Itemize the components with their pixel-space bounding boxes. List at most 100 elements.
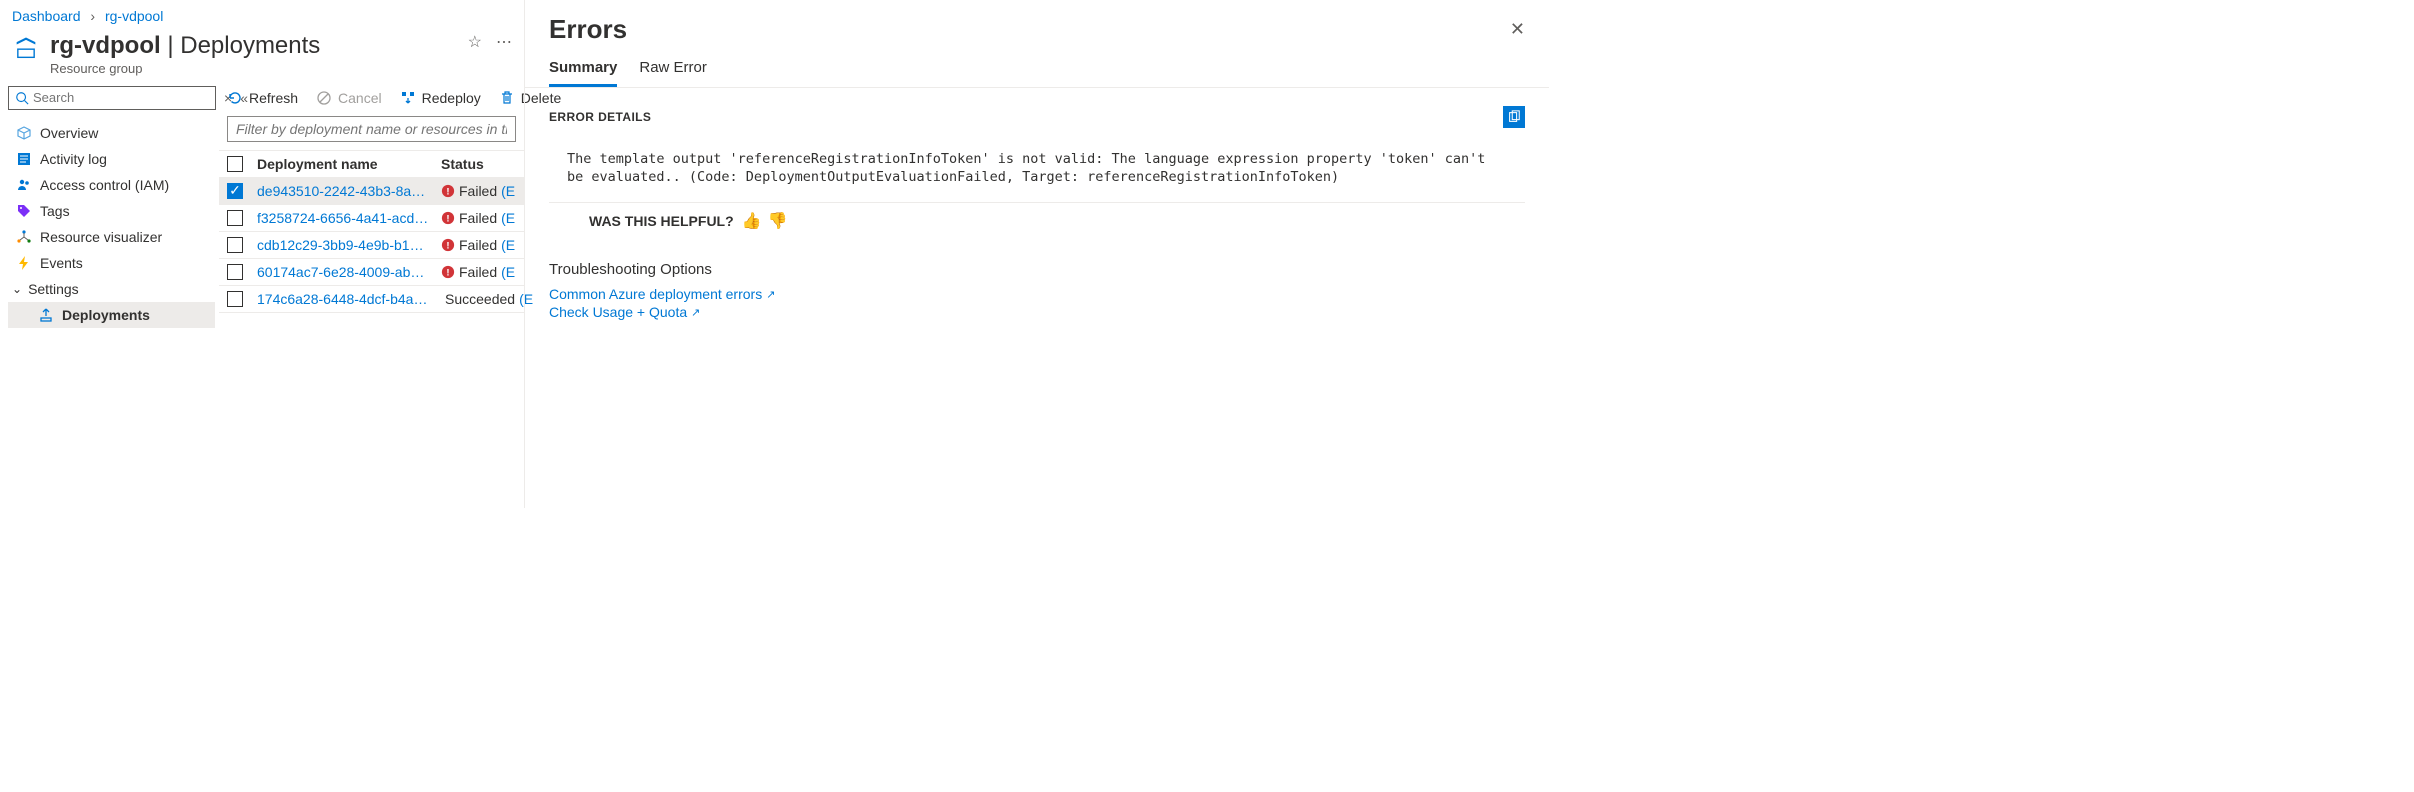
status-cell: !Failed (E bbox=[441, 210, 516, 226]
deployment-name-link[interactable]: 174c6a28-6448-4dcf-b4ae-0fe99... bbox=[257, 291, 429, 307]
page-subtitle: Resource group bbox=[50, 61, 458, 76]
thumbs-up-icon[interactable]: 👍 bbox=[742, 211, 762, 231]
sidebar-search[interactable] bbox=[8, 86, 216, 110]
deployment-name-link[interactable]: cdb12c29-3bb9-4e9b-b1b5-216... bbox=[257, 237, 429, 253]
delete-icon bbox=[499, 90, 515, 106]
error-details-heading: ERROR DETAILS bbox=[549, 110, 651, 124]
sidebar-item-label: Deployments bbox=[62, 307, 150, 323]
log-icon bbox=[16, 151, 32, 167]
status-cell: !Failed (E bbox=[441, 237, 516, 253]
breadcrumb-current[interactable]: rg-vdpool bbox=[105, 8, 163, 24]
error-icon: ! bbox=[441, 211, 455, 225]
link-check-quota[interactable]: Check Usage + Quota ↗ bbox=[549, 304, 1525, 320]
chevron-down-icon: ⌄ bbox=[12, 282, 22, 296]
status-detail-link[interactable]: (E bbox=[501, 210, 515, 226]
error-message: The template output 'referenceRegistrati… bbox=[549, 136, 1525, 203]
content-area: Refresh Cancel Redeploy Delete bbox=[215, 80, 524, 328]
cancel-icon bbox=[316, 90, 332, 106]
search-icon bbox=[15, 91, 29, 105]
row-checkbox[interactable] bbox=[227, 264, 243, 280]
thumbs-down-icon[interactable]: 👎 bbox=[768, 211, 788, 231]
table-row[interactable]: ✓ de943510-2242-43b3-8a1b-a024... !Failed … bbox=[219, 178, 524, 205]
deployments-table: Deployment name Status ✓ de943510-2242-43… bbox=[219, 150, 524, 313]
status-cell: !Failed (E bbox=[441, 264, 516, 280]
row-checkbox[interactable] bbox=[227, 210, 243, 226]
deployment-name-link[interactable]: 60174ac7-6e28-4009-ab4f-e1c60... bbox=[257, 264, 429, 280]
table-header: Deployment name Status bbox=[219, 150, 524, 178]
error-icon: ! bbox=[441, 184, 455, 198]
col-header-status[interactable]: Status bbox=[441, 156, 516, 172]
external-link-icon: ↗ bbox=[766, 288, 775, 301]
sidebar-item-label: Access control (IAM) bbox=[40, 177, 169, 193]
table-row[interactable]: f3258724-6656-4a41-acd8-18ed... !Failed (… bbox=[219, 205, 524, 232]
status-cell: Succeeded (E bbox=[441, 291, 516, 307]
sidebar-item-tags[interactable]: Tags bbox=[8, 198, 215, 224]
col-header-name[interactable]: Deployment name bbox=[257, 156, 429, 172]
deployment-name-link[interactable]: f3258724-6656-4a41-acd8-18ed... bbox=[257, 210, 429, 226]
sidebar-item-label: Overview bbox=[40, 125, 98, 141]
status-detail-link[interactable]: (E bbox=[501, 264, 515, 280]
sidebar-item-overview[interactable]: Overview bbox=[8, 120, 215, 146]
errors-panel: Errors ✕ Summary Raw Error ERROR DETAILS… bbox=[524, 0, 1549, 508]
panel-tabs: Summary Raw Error bbox=[525, 45, 1549, 88]
deployment-name-link[interactable]: de943510-2242-43b3-8a1b-a024... bbox=[257, 183, 429, 199]
favorite-star-icon[interactable]: ☆ bbox=[468, 32, 482, 52]
sidebar-search-input[interactable] bbox=[33, 90, 209, 105]
more-icon[interactable]: ⋯ bbox=[496, 32, 512, 52]
page-title-bar: rg-vdpool | Deployments Resource group ☆… bbox=[0, 26, 524, 80]
toolbar: Refresh Cancel Redeploy Delete bbox=[219, 86, 524, 114]
tab-raw-error[interactable]: Raw Error bbox=[639, 59, 707, 87]
troubleshoot-heading: Troubleshooting Options bbox=[549, 261, 1525, 278]
svg-text:!: ! bbox=[446, 186, 449, 197]
row-checkbox[interactable]: ✓ bbox=[227, 183, 243, 199]
deploy-icon bbox=[38, 307, 54, 323]
row-checkbox[interactable] bbox=[227, 237, 243, 253]
table-row[interactable]: cdb12c29-3bb9-4e9b-b1b5-216... !Failed (E bbox=[219, 232, 524, 259]
people-icon bbox=[16, 177, 32, 193]
sidebar-item-access-control-iam-[interactable]: Access control (IAM) bbox=[8, 172, 215, 198]
sidebar-group-label: Settings bbox=[28, 281, 79, 297]
panel-title: Errors bbox=[549, 14, 627, 45]
close-panel-icon[interactable]: ✕ bbox=[1510, 19, 1525, 40]
table-row[interactable]: 174c6a28-6448-4dcf-b4ae-0fe99... Succeede… bbox=[219, 286, 524, 313]
breadcrumb: Dashboard › rg-vdpool bbox=[0, 0, 524, 26]
tab-summary[interactable]: Summary bbox=[549, 59, 617, 87]
sidebar-item-deployments[interactable]: Deployments bbox=[8, 302, 215, 328]
svg-text:!: ! bbox=[446, 240, 449, 251]
sidebar-item-events[interactable]: Events bbox=[8, 250, 215, 276]
sidebar-item-label: Activity log bbox=[40, 151, 107, 167]
svg-text:!: ! bbox=[446, 267, 449, 278]
visualizer-icon bbox=[16, 229, 32, 245]
refresh-button[interactable]: Refresh bbox=[227, 90, 298, 106]
status-detail-link[interactable]: (E bbox=[501, 183, 515, 199]
redeploy-button[interactable]: Redeploy bbox=[400, 90, 481, 106]
cube-icon bbox=[16, 125, 32, 141]
table-row[interactable]: 60174ac7-6e28-4009-ab4f-e1c60... !Failed … bbox=[219, 259, 524, 286]
cancel-button[interactable]: Cancel bbox=[316, 90, 382, 106]
refresh-icon bbox=[227, 90, 243, 106]
copy-button[interactable] bbox=[1503, 106, 1525, 128]
resource-group-icon bbox=[12, 34, 40, 62]
sidebar-item-resource-visualizer[interactable]: Resource visualizer bbox=[8, 224, 215, 250]
select-all-checkbox[interactable] bbox=[227, 156, 243, 172]
svg-text:!: ! bbox=[446, 213, 449, 224]
sidebar-item-label: Tags bbox=[40, 203, 70, 219]
copy-icon bbox=[1507, 110, 1521, 124]
row-checkbox[interactable] bbox=[227, 291, 243, 307]
redeploy-icon bbox=[400, 90, 416, 106]
status-cell: !Failed (E bbox=[441, 183, 516, 199]
sidebar-group-settings[interactable]: ⌄ Settings bbox=[8, 276, 215, 302]
sidebar: × « OverviewActivity logAccess control (… bbox=[0, 80, 215, 328]
external-link-icon: ↗ bbox=[691, 306, 700, 319]
breadcrumb-root[interactable]: Dashboard bbox=[12, 8, 81, 24]
filter-input[interactable] bbox=[227, 116, 516, 142]
status-detail-link[interactable]: (E bbox=[501, 237, 515, 253]
page-title: rg-vdpool | Deployments bbox=[50, 32, 458, 61]
helpful-prompt: WAS THIS HELPFUL? 👍 👎 bbox=[549, 203, 1525, 231]
error-icon: ! bbox=[441, 238, 455, 252]
link-common-errors[interactable]: Common Azure deployment errors ↗ bbox=[549, 286, 1525, 302]
filter-row bbox=[227, 116, 516, 142]
sidebar-item-activity-log[interactable]: Activity log bbox=[8, 146, 215, 172]
troubleshoot-section: Troubleshooting Options Common Azure dep… bbox=[549, 261, 1525, 320]
error-icon: ! bbox=[441, 265, 455, 279]
